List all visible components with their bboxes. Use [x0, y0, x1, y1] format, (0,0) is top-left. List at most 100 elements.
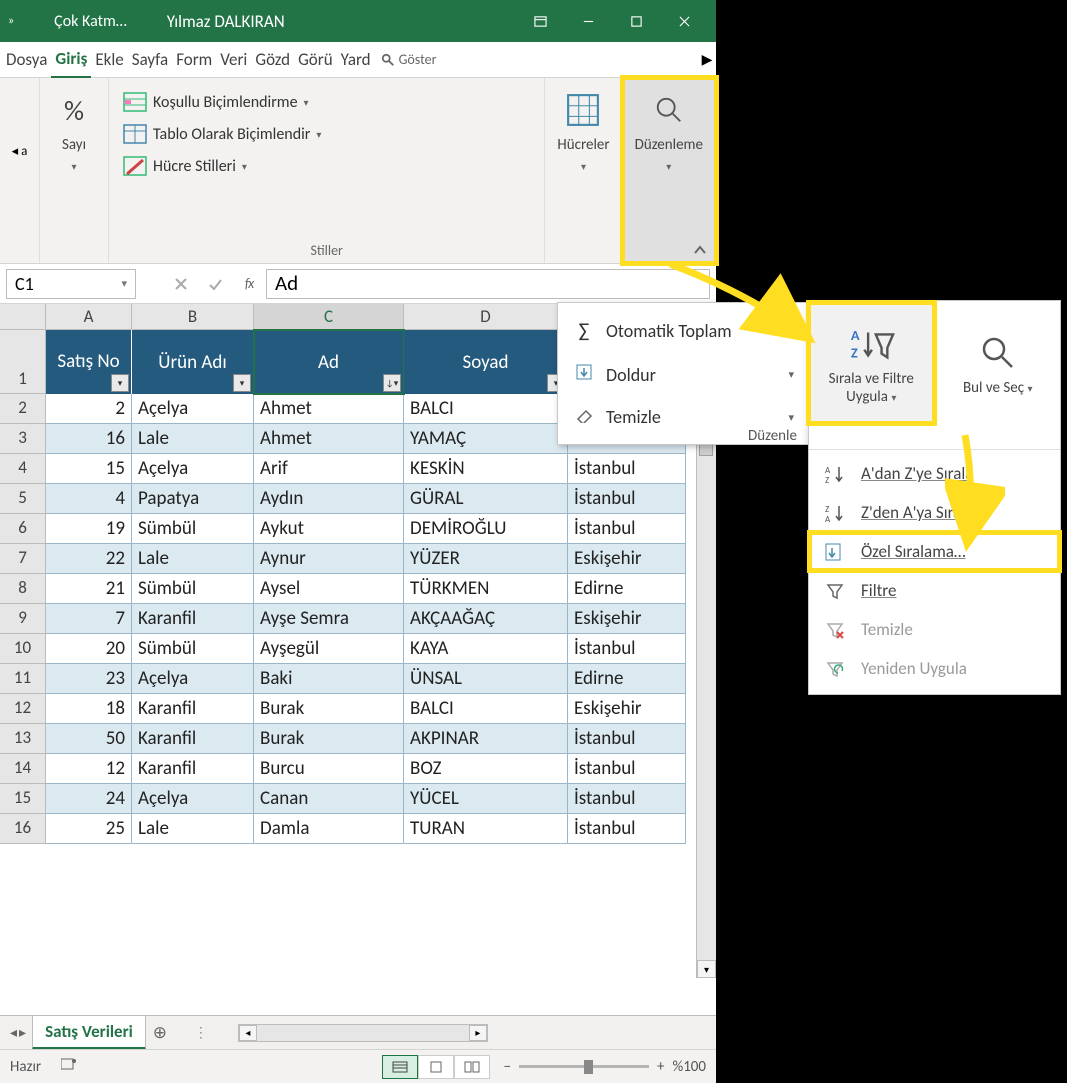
select-all-cell[interactable]	[0, 304, 46, 330]
filter-icon[interactable]: ▾	[233, 374, 251, 392]
row-header[interactable]: 9	[0, 604, 46, 634]
row-header-1[interactable]: 1	[0, 330, 46, 394]
row-header[interactable]: 6	[0, 514, 46, 544]
cell[interactable]: 50	[46, 724, 132, 754]
sort-z-to-a[interactable]: ZA Z'den A'ya Sırala	[809, 493, 1060, 532]
cell[interactable]: Sümbül	[132, 634, 254, 664]
cell[interactable]: 19	[46, 514, 132, 544]
cell[interactable]: Ayşe Semra	[254, 604, 404, 634]
cell[interactable]: İstanbul	[568, 454, 686, 484]
name-box[interactable]: C1▾	[6, 269, 136, 299]
clear-filter[interactable]: Temizle	[809, 610, 1060, 649]
add-sheet-button[interactable]: ⊕	[146, 1019, 174, 1047]
cell[interactable]: KAYA	[404, 634, 568, 664]
filter-item[interactable]: Filtre	[809, 571, 1060, 610]
cell[interactable]: GÜRAL	[404, 484, 568, 514]
tab-view[interactable]: Görü	[294, 42, 337, 77]
maximize-button[interactable]	[612, 5, 660, 37]
find-select-button[interactable]: Bul ve Seç ▾	[936, 303, 1061, 423]
cell[interactable]: 4	[46, 484, 132, 514]
cell[interactable]: Eskişehir	[568, 604, 686, 634]
cell[interactable]: 18	[46, 694, 132, 724]
row-header[interactable]: 14	[0, 754, 46, 784]
tab-formulas[interactable]: Form	[172, 42, 216, 77]
cell[interactable]: Ahmet	[254, 394, 404, 424]
table-header-urunadi[interactable]: Ürün Adı ▾	[132, 330, 254, 394]
cell[interactable]: Aykut	[254, 514, 404, 544]
col-header-A[interactable]: A	[46, 304, 132, 330]
table-header-ad[interactable]: Ad ↓▾	[254, 330, 404, 394]
minimize-button[interactable]	[564, 5, 612, 37]
cell[interactable]: Aysel	[254, 574, 404, 604]
page-break-view-button[interactable]	[454, 1055, 490, 1079]
format-as-table-button[interactable]: Tablo Olarak Biçimlendir ▾	[123, 124, 321, 144]
cell[interactable]: AKÇAAĞAÇ	[404, 604, 568, 634]
cell[interactable]: Karanfil	[132, 754, 254, 784]
tab-data[interactable]: Veri	[216, 42, 251, 77]
cells-button[interactable]: Hücreler ▾	[551, 84, 615, 179]
row-header[interactable]: 4	[0, 454, 46, 484]
cell[interactable]: Açelya	[132, 394, 254, 424]
sheet-nav-prev[interactable]: ◂	[10, 1024, 17, 1041]
cell[interactable]: 15	[46, 454, 132, 484]
tab-home[interactable]: Giriş	[51, 41, 91, 78]
cell[interactable]: Lale	[132, 544, 254, 574]
cell[interactable]: İstanbul	[568, 814, 686, 844]
sort-asc-filter-icon[interactable]: ↓▾	[383, 374, 401, 392]
zoom-in-button[interactable]: +	[657, 1058, 664, 1076]
cell[interactable]: İstanbul	[568, 784, 686, 814]
cell[interactable]: 7	[46, 604, 132, 634]
cell[interactable]: YÜZER	[404, 544, 568, 574]
cell[interactable]: Aynur	[254, 544, 404, 574]
cell[interactable]: Burak	[254, 724, 404, 754]
cell[interactable]: 24	[46, 784, 132, 814]
row-header[interactable]: 10	[0, 634, 46, 664]
sheet-nav-next[interactable]: ▸	[19, 1024, 26, 1041]
cell[interactable]: İstanbul	[568, 724, 686, 754]
row-header[interactable]: 7	[0, 544, 46, 574]
cell[interactable]: Açelya	[132, 454, 254, 484]
cell[interactable]: Sümbül	[132, 574, 254, 604]
sort-a-to-z[interactable]: AZ A'dan Z'ye Sırala	[809, 454, 1060, 493]
row-header[interactable]: 11	[0, 664, 46, 694]
cell-styles-button[interactable]: Hücre Stilleri ▾	[123, 156, 247, 176]
cell[interactable]: 23	[46, 664, 132, 694]
cell[interactable]: Eskişehir	[568, 694, 686, 724]
row-header[interactable]: 8	[0, 574, 46, 604]
row-header[interactable]: 12	[0, 694, 46, 724]
cancel-formula-button[interactable]	[164, 269, 198, 299]
cell[interactable]: Burak	[254, 694, 404, 724]
close-button[interactable]	[660, 5, 708, 37]
formula-input[interactable]: Ad	[266, 269, 710, 299]
cell[interactable]: Karanfil	[132, 724, 254, 754]
number-format-button[interactable]: % Sayı ▾	[46, 84, 102, 179]
sort-filter-button[interactable]: A Z Sırala ve Filtre Uygula ▾	[809, 303, 934, 423]
zoom-out-button[interactable]: −	[504, 1058, 511, 1076]
autosum-button[interactable]: ∑ Otomatik Toplam ▾	[558, 309, 808, 353]
cell[interactable]: Papatya	[132, 484, 254, 514]
cell[interactable]: BOZ	[404, 754, 568, 784]
enter-formula-button[interactable]	[198, 269, 232, 299]
cell[interactable]: 22	[46, 544, 132, 574]
cell[interactable]: TÜRKMEN	[404, 574, 568, 604]
editing-button[interactable]: Düzenleme ▾	[629, 84, 709, 179]
cell[interactable]: 20	[46, 634, 132, 664]
cell[interactable]: İstanbul	[568, 634, 686, 664]
cell[interactable]: Aydın	[254, 484, 404, 514]
page-layout-view-button[interactable]	[418, 1055, 454, 1079]
qat-arrow-icon[interactable]: »	[8, 14, 14, 28]
cell[interactable]: Arif	[254, 454, 404, 484]
cell[interactable]: Açelya	[132, 784, 254, 814]
reapply-filter[interactable]: Yeniden Uygula	[809, 649, 1060, 688]
ribbon-display-options[interactable]	[516, 5, 564, 37]
cell[interactable]: Burcu	[254, 754, 404, 784]
cell[interactable]: Edirne	[568, 664, 686, 694]
col-header-D[interactable]: D	[404, 304, 568, 330]
cell[interactable]: 12	[46, 754, 132, 784]
scroll-right-button[interactable]: ▸	[469, 1025, 487, 1041]
cell[interactable]: ÜNSAL	[404, 664, 568, 694]
custom-sort[interactable]: Özel Sıralama…	[809, 532, 1060, 571]
sheet-tab-active[interactable]: Satış Verileri	[32, 1015, 146, 1050]
scroll-down-button[interactable]: ▾	[697, 960, 716, 978]
cell[interactable]: Lale	[132, 814, 254, 844]
